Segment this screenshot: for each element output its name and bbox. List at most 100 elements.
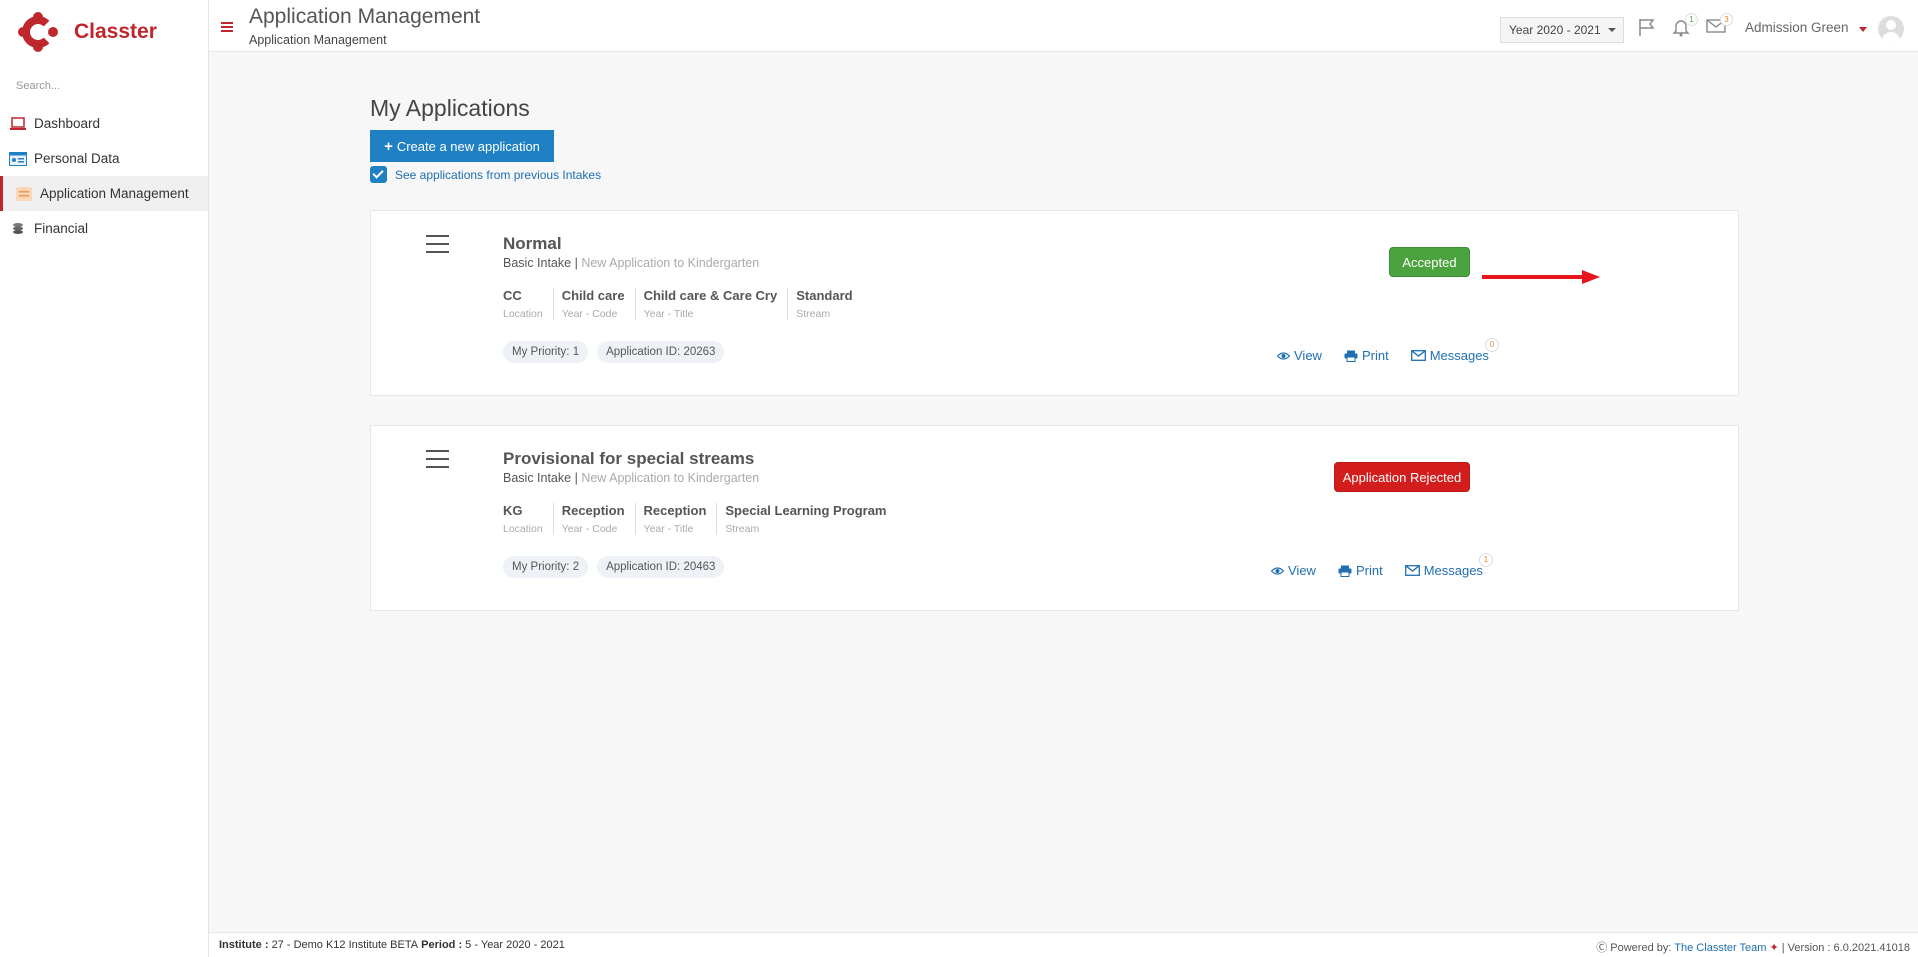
year-select[interactable]: Year 2020 - 2021: [1500, 17, 1624, 43]
field-value: Reception: [561, 503, 625, 518]
hamburger-menu-icon[interactable]: [221, 22, 233, 32]
field-value: CC: [503, 288, 522, 303]
coins-icon: [8, 221, 28, 237]
drag-handle-icon[interactable]: [426, 450, 449, 474]
field-label: Year - Code: [561, 308, 618, 320]
application-icon: [14, 186, 34, 202]
powered-by-label: Powered by:: [1610, 942, 1672, 954]
create-application-button[interactable]: + Create a new application: [370, 130, 554, 162]
period-label: Period :: [421, 939, 463, 951]
envelope-icon: [1404, 565, 1420, 576]
flag-icon[interactable]: [1637, 17, 1659, 37]
application-id-badge: Application ID: 20263: [597, 341, 725, 363]
main-content: My Applications + Create a new applicati…: [209, 52, 1918, 932]
application-card: Normal Basic Intake | New Application to…: [370, 210, 1739, 396]
print-label: Print: [1355, 563, 1383, 578]
logo[interactable]: Classter: [0, 0, 208, 64]
print-button[interactable]: Print: [1338, 563, 1383, 578]
sidebar-item-dashboard[interactable]: Dashboard: [0, 106, 208, 141]
chevron-down-icon: [1607, 28, 1616, 32]
field-label: Location: [503, 308, 543, 320]
print-label: Print: [1361, 348, 1389, 363]
application-title: Normal: [503, 234, 562, 253]
footer: Institute : 27 - Demo K12 Institute BETA…: [209, 932, 1918, 957]
sidebar-item-label: Application Management: [40, 186, 189, 201]
field-label: Year - Title: [643, 523, 694, 535]
messages-label: Messages: [1429, 348, 1489, 363]
bell-icon[interactable]: 1: [1671, 13, 1698, 37]
separator: |: [574, 471, 578, 485]
see-previous-label[interactable]: See applications from previous Intakes: [395, 168, 601, 182]
field-label: Year - Title: [643, 308, 694, 320]
application-fields: CC Location Child care Year - Code Child c…: [503, 288, 871, 320]
application-fields: KG Location Reception Year - Code Receptio…: [503, 503, 905, 535]
drag-handle-icon[interactable]: [426, 235, 449, 259]
view-button[interactable]: View: [1277, 348, 1322, 363]
sidebar: Classter Search... Dashboard Personal Da…: [0, 0, 209, 957]
field-year-code: Reception Year - Code: [562, 503, 636, 535]
eye-icon: [1271, 566, 1284, 575]
top-header: Application Management Application Manag…: [209, 0, 1918, 52]
printer-icon: [1338, 565, 1352, 577]
field-year-title: Child care & Care Cry Year - Title: [644, 288, 789, 320]
application-type: New Application to Kindergarten: [581, 471, 760, 485]
copyright-icon: Ⓒ: [1596, 942, 1608, 954]
messages-button[interactable]: Messages 1: [1404, 553, 1493, 578]
messages-label: Messages: [1423, 563, 1483, 578]
sidebar-item-application-management[interactable]: Application Management: [0, 176, 208, 211]
sidebar-item-label: Personal Data: [34, 151, 120, 166]
field-year-title: Reception Year - Title: [644, 503, 718, 535]
field-label: Stream: [796, 308, 831, 320]
envelope-icon[interactable]: 3: [1706, 13, 1733, 37]
field-label: Stream: [725, 523, 760, 535]
printer-icon: [1344, 350, 1358, 362]
year-select-value: Year 2020 - 2021: [1509, 23, 1601, 37]
field-value: Special Learning Program: [725, 503, 887, 518]
field-value: Reception: [643, 503, 707, 518]
avatar[interactable]: [1878, 16, 1904, 42]
priority-badge: My Priority: 2: [503, 556, 589, 578]
field-stream: Standard Stream: [796, 288, 862, 320]
view-label: View: [1288, 563, 1316, 578]
sidebar-item-label: Financial: [34, 221, 89, 236]
application-type: New Application to Kindergarten: [581, 256, 760, 270]
team-link[interactable]: The Classter Team: [1674, 942, 1766, 954]
application-id-badge: Application ID: 20463: [597, 556, 725, 578]
priority-badge: My Priority: 1: [503, 341, 589, 363]
institute-value: 27 - Demo K12 Institute BETA: [271, 939, 419, 951]
messages-button[interactable]: Messages 0: [1410, 338, 1499, 363]
user-menu-caret-icon[interactable]: [1859, 27, 1867, 32]
breadcrumb: Application Management: [249, 33, 387, 47]
see-previous-intakes[interactable]: See applications from previous Intakes: [370, 166, 601, 183]
user-name[interactable]: Admission Green: [1745, 20, 1849, 35]
print-button[interactable]: Print: [1344, 348, 1389, 363]
application-card: Provisional for special streams Basic In…: [370, 425, 1739, 611]
field-value: Standard: [796, 288, 853, 303]
laptop-icon: [8, 116, 28, 132]
create-application-label: Create a new application: [396, 138, 540, 154]
separator: |: [574, 256, 578, 270]
field-location: KG Location: [503, 503, 554, 535]
sidebar-search-input[interactable]: Search...: [16, 74, 192, 98]
notifications-badge: 1: [1685, 13, 1698, 26]
field-value: Child care: [561, 288, 625, 303]
sidebar-item-label: Dashboard: [34, 116, 101, 131]
see-previous-checkbox[interactable]: [370, 166, 387, 183]
logo-text: Classter: [74, 20, 157, 43]
sidebar-item-financial[interactable]: Financial: [0, 211, 208, 246]
messages-count-badge: 0: [1484, 338, 1499, 352]
field-label: Year - Code: [561, 523, 618, 535]
messages-count-badge: 1: [1478, 553, 1493, 567]
id-card-icon: [8, 151, 28, 167]
application-chips: My Priority: 2 Application ID: 20463: [503, 556, 733, 578]
period-value: 5 - Year 2020 - 2021: [465, 939, 565, 951]
field-label: Location: [503, 523, 543, 535]
field-value: Child care & Care Cry: [643, 288, 778, 303]
view-button[interactable]: View: [1271, 563, 1316, 578]
page-title: Application Management: [249, 5, 481, 28]
sidebar-item-personal-data[interactable]: Personal Data: [0, 141, 208, 176]
field-value: KG: [503, 503, 523, 518]
classter-small-icon: ✦: [1769, 942, 1779, 954]
annotation-arrow-icon: [1482, 270, 1600, 284]
footer-right: Ⓒ Powered by: The Classter Team ✦ | Vers…: [1596, 939, 1910, 955]
